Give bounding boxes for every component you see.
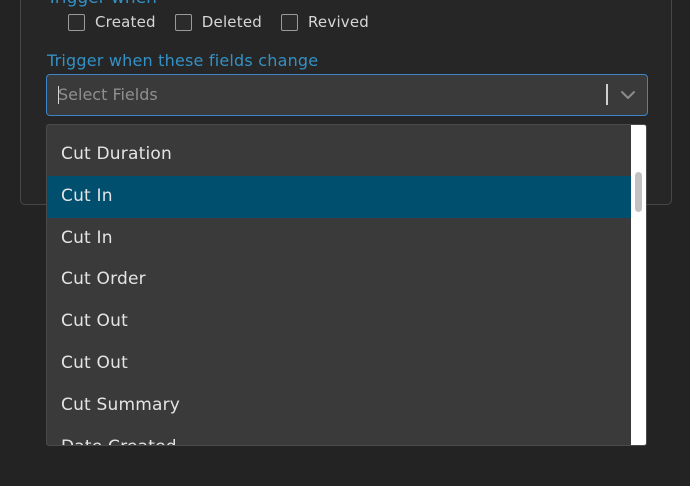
dropdown-options-list: Cut Duration Cut In Cut In Cut Order Cut… [47, 134, 632, 445]
indicator-separator [606, 84, 608, 105]
dropdown-option[interactable]: Cut In [47, 218, 632, 260]
dropdown-option[interactable]: Cut Summary [47, 385, 632, 427]
fields-dropdown-menu: Cut Duration Cut In Cut In Cut Order Cut… [46, 124, 647, 446]
deleted-checkbox[interactable] [174, 13, 192, 31]
dropdown-option[interactable]: Cut Out [47, 343, 632, 385]
select-fields-dropdown[interactable] [46, 74, 648, 116]
trigger-checkbox-group: Created Deleted Revived [68, 10, 388, 34]
revived-checkbox-label: Revived [307, 13, 370, 31]
revived-checkbox[interactable] [280, 13, 298, 31]
deleted-checkbox-label: Deleted [201, 13, 262, 31]
created-checkbox-label: Created [95, 13, 156, 31]
select-fields-input[interactable] [58, 75, 588, 114]
created-checkbox[interactable] [68, 13, 85, 31]
dropdown-option[interactable]: Date Created [47, 427, 632, 445]
chevron-down-icon[interactable] [616, 83, 640, 107]
chevron-down-icon-glyph [621, 91, 635, 99]
dropdown-scrollbar[interactable] [631, 125, 646, 445]
dropdown-option[interactable]: Cut Order [47, 259, 632, 301]
text-cursor [58, 86, 59, 104]
page: Trigger when Created Deleted Revived Tri… [0, 0, 690, 486]
created-checkbox-option[interactable]: Created [68, 13, 156, 31]
dropdown-scrollbar-thumb[interactable] [635, 172, 642, 212]
fields-change-label: Trigger when these fields change [47, 51, 319, 70]
dropdown-option[interactable]: Cut Duration [47, 134, 632, 176]
dropdown-option[interactable]: Cut Out [47, 301, 632, 343]
trigger-when-heading: Trigger when [47, 0, 157, 8]
deleted-checkbox-option[interactable]: Deleted [174, 13, 262, 31]
dropdown-option-selected[interactable]: Cut In [47, 175, 632, 218]
revived-checkbox-option[interactable]: Revived [280, 13, 370, 31]
